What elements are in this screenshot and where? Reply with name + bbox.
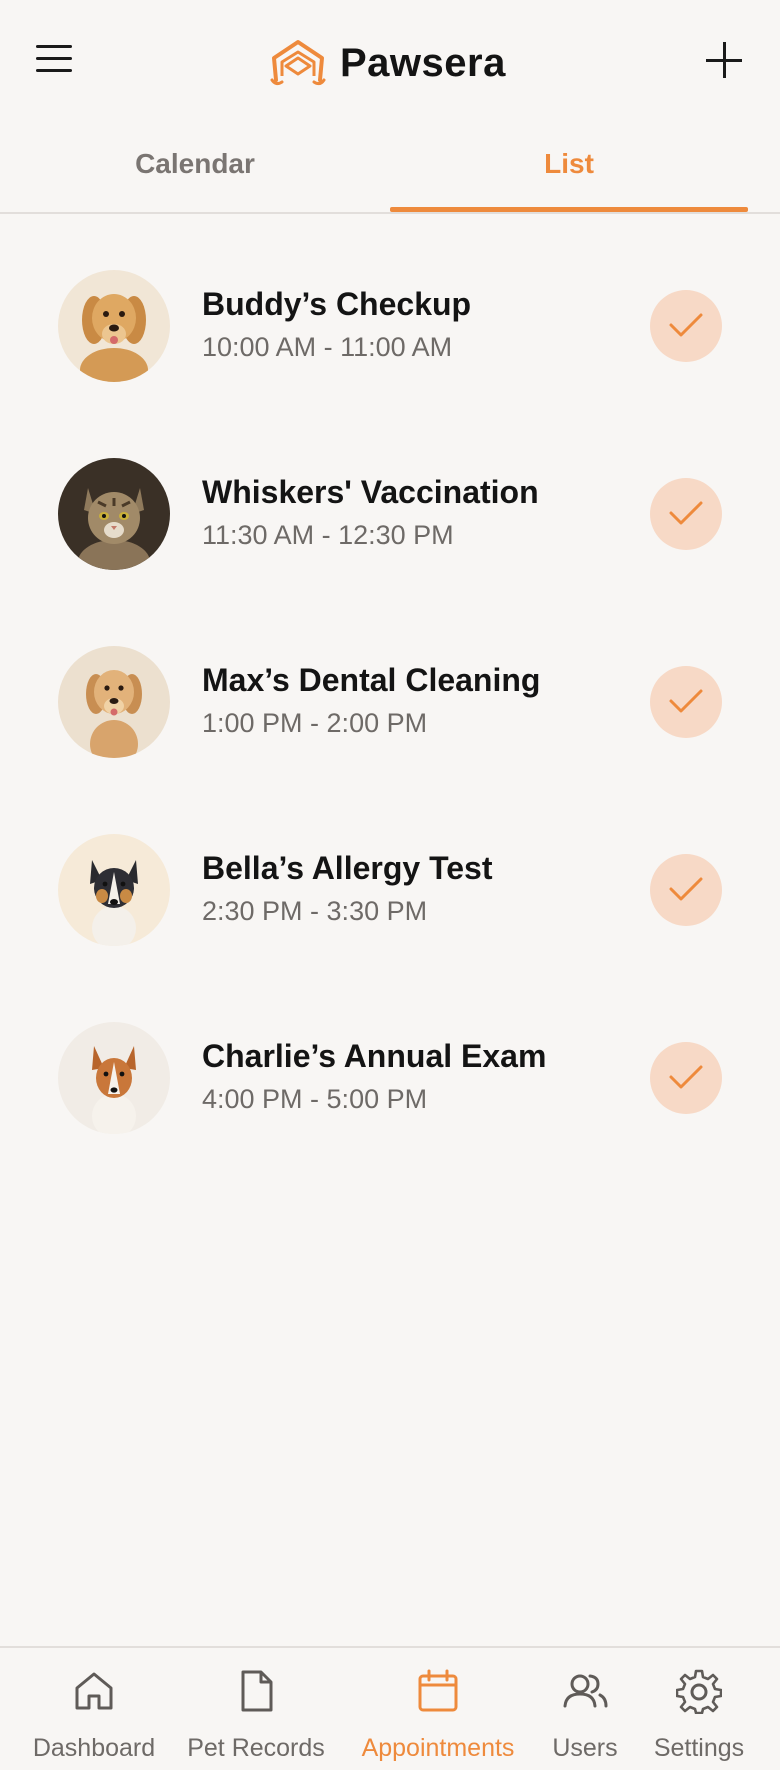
nav-label: Dashboard (32, 1734, 156, 1762)
gear-icon (676, 1669, 722, 1714)
bottom-navigation: Dashboard Pet Records Appointments Users… (0, 1646, 780, 1770)
complete-check-button[interactable] (650, 666, 722, 738)
appointment-time: 2:30 PM - 3:30 PM (202, 896, 428, 926)
checkmark-icon (669, 689, 703, 713)
appointment-row[interactable]: Whiskers' Vaccination 11:30 AM - 12:30 P… (0, 418, 780, 606)
calendar-icon (418, 1669, 458, 1712)
nav-dashboard[interactable]: Dashboard (22, 1648, 166, 1770)
nav-label: Users (552, 1734, 618, 1762)
document-icon (241, 1670, 273, 1712)
tab-calendar[interactable]: Calendar (0, 130, 390, 210)
golden-puppy-avatar (58, 646, 170, 758)
checkmark-icon (669, 501, 703, 525)
sheltie-dog-avatar (58, 1022, 170, 1134)
complete-check-button[interactable] (650, 478, 722, 550)
add-appointment-button[interactable] (704, 40, 744, 80)
golden-retriever-avatar (58, 270, 170, 382)
appointment-title: Buddy’s Checkup (202, 286, 472, 322)
paw-house-logo-icon (270, 40, 326, 86)
nav-users[interactable]: Users (540, 1648, 630, 1770)
home-icon (75, 1672, 113, 1710)
brand: Pawsera (268, 36, 506, 90)
appointment-time: 11:30 AM - 12:30 PM (202, 520, 454, 550)
nav-label: Settings (653, 1734, 745, 1762)
complete-check-button[interactable] (650, 290, 722, 362)
view-tabs: Calendar List (0, 130, 780, 214)
appointment-row[interactable]: Charlie’s Annual Exam 4:00 PM - 5:00 PM (0, 982, 780, 1170)
appointment-time: 10:00 AM - 11:00 AM (202, 332, 453, 362)
appointment-title: Whiskers' Vaccination (202, 474, 539, 510)
nav-label: Pet Records (187, 1734, 325, 1762)
nav-label: Appointments (361, 1734, 515, 1762)
users-icon (563, 1674, 608, 1708)
appointment-title: Bella’s Allergy Test (202, 850, 493, 886)
checkmark-icon (669, 313, 703, 337)
app-header: Pawsera (0, 0, 780, 120)
complete-check-button[interactable] (650, 1042, 722, 1114)
appointment-row[interactable]: Bella’s Allergy Test 2:30 PM - 3:30 PM (0, 794, 780, 982)
nav-settings[interactable]: Settings (646, 1648, 752, 1770)
tab-list[interactable]: List (390, 130, 748, 210)
collie-dog-avatar (58, 834, 170, 946)
nav-pet-records[interactable]: Pet Records (182, 1648, 330, 1770)
checkmark-icon (669, 877, 703, 901)
app-title: Pawsera (340, 40, 506, 85)
appointment-time: 4:00 PM - 5:00 PM (202, 1084, 428, 1114)
nav-appointments[interactable]: Appointments (352, 1648, 524, 1770)
appointment-title: Max’s Dental Cleaning (202, 662, 541, 698)
hamburger-menu-icon[interactable] (34, 42, 76, 76)
appointment-row[interactable]: Buddy’s Checkup 10:00 AM - 11:00 AM (0, 230, 780, 418)
appointment-time: 1:00 PM - 2:00 PM (202, 708, 428, 738)
appointment-title: Charlie’s Annual Exam (202, 1038, 547, 1074)
tabby-cat-avatar (58, 458, 170, 570)
appointment-row[interactable]: Max’s Dental Cleaning 1:00 PM - 2:00 PM (0, 606, 780, 794)
checkmark-icon (669, 1065, 703, 1089)
complete-check-button[interactable] (650, 854, 722, 926)
active-tab-indicator (390, 207, 748, 212)
